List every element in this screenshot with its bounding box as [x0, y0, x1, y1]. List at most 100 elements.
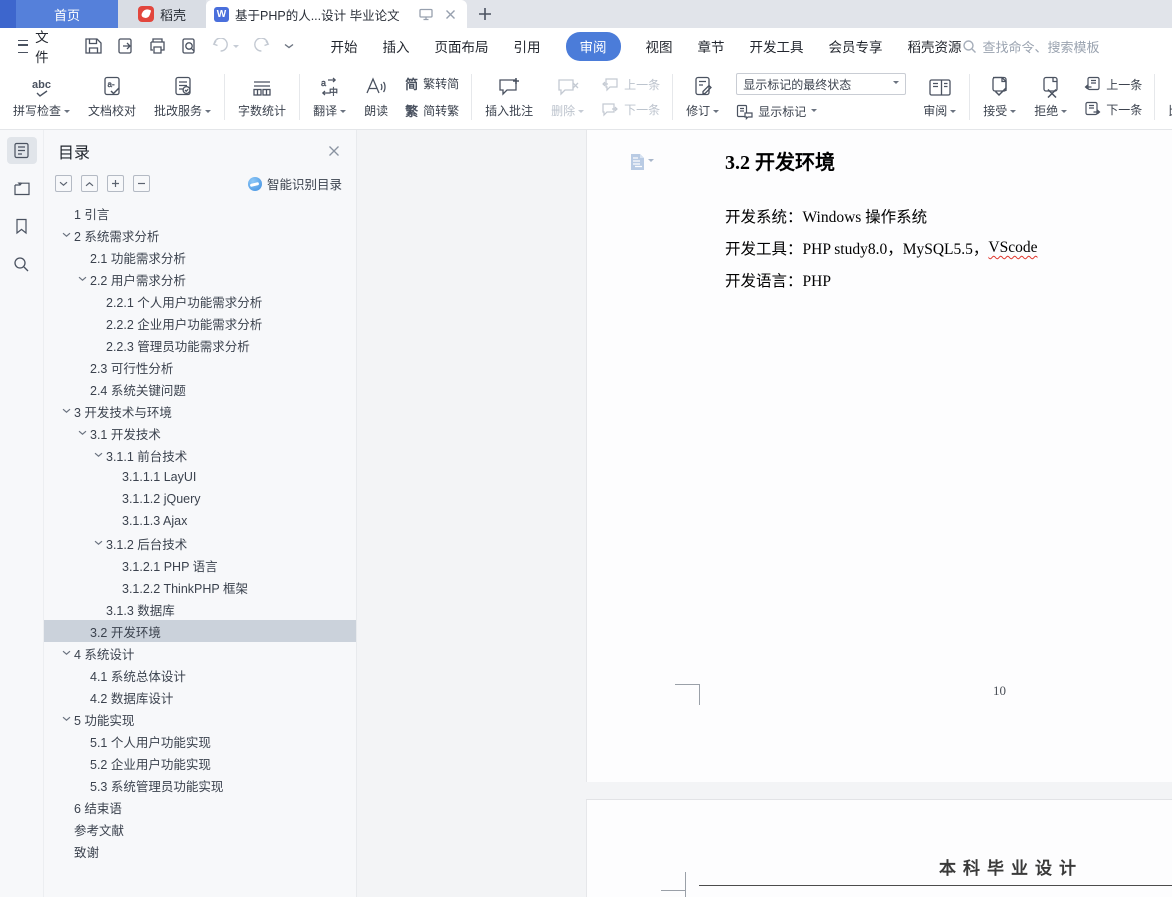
toc-item[interactable]: 2.2.2 企业用户功能需求分析 [44, 312, 356, 334]
menu-item-开发工具[interactable]: 开发工具 [750, 36, 804, 56]
save-icon[interactable] [84, 37, 103, 55]
expand-all-icon[interactable] [55, 175, 72, 192]
chevron-down-icon[interactable] [58, 403, 74, 419]
menu-item-开始[interactable]: 开始 [331, 36, 358, 56]
accept-button[interactable]: 接受 [974, 69, 1025, 125]
insert-comment-button[interactable]: 插入批注 [476, 69, 542, 125]
read-aloud-button[interactable]: 朗读 [355, 69, 397, 125]
toc-item[interactable]: 5.1 个人用户功能实现 [44, 730, 356, 752]
next-change-button[interactable]: 下一条 [1084, 101, 1142, 118]
toc-item[interactable]: 2.1 功能需求分析 [44, 246, 356, 268]
collapse-all-icon[interactable] [81, 175, 98, 192]
chevron-down-icon[interactable] [58, 645, 74, 661]
paragraph-doc-icon[interactable] [629, 153, 654, 170]
reject-button[interactable]: 拒绝 [1025, 69, 1076, 125]
simp-to-trad-button[interactable]: 繁 简转繁 [405, 101, 459, 120]
spell-check-button[interactable]: abc 拼写检查 [4, 69, 79, 125]
undo-dropdown-icon[interactable] [233, 45, 239, 51]
toc-item[interactable]: 5.3 系统管理员功能实现 [44, 774, 356, 796]
undo-icon[interactable] [212, 38, 239, 54]
toc-item[interactable]: 2.2.3 管理员功能需求分析 [44, 334, 356, 356]
review-pane-button[interactable]: 审阅 [914, 69, 965, 125]
menu-item-引用[interactable]: 引用 [514, 36, 541, 56]
toc-item[interactable]: 3.1.2.1 PHP 语言 [44, 554, 356, 576]
markup-state-select[interactable]: 显示标记的最终状态 [736, 73, 906, 95]
correction-service-button[interactable]: 批改服务 [145, 69, 220, 125]
tab-docer[interactable]: 稻壳 [118, 0, 206, 28]
print-preview-icon[interactable] [180, 37, 199, 55]
chevron-down-icon[interactable] [90, 447, 106, 463]
toc-item[interactable]: 2.2 用户需求分析 [44, 268, 356, 290]
search-panel-button[interactable] [7, 251, 37, 278]
toc-item[interactable]: 6 结束语 [44, 796, 356, 818]
chevron-down-icon[interactable] [74, 425, 90, 441]
show-markup-button[interactable]: 显示标记 [736, 103, 906, 120]
prev-change-button[interactable]: 上一条 [1084, 76, 1142, 93]
toc-item[interactable]: 3 开发技术与环境 [44, 400, 356, 422]
outline-panel-button[interactable] [7, 137, 37, 164]
next-comment-button[interactable]: 下一条 [601, 101, 660, 118]
redo-icon[interactable] [252, 38, 270, 54]
toc-item[interactable]: 5 功能实现 [44, 708, 356, 730]
menu-item-视图[interactable]: 视图 [646, 36, 673, 56]
document-page-10[interactable]: 3.2 开发环境 开发系统：Windows 操作系统开发工具：PHP study… [586, 130, 1172, 782]
file-menu-button[interactable]: 文件 [10, 26, 64, 66]
toc-item[interactable]: 3.1.1.2 jQuery [44, 488, 356, 510]
toc-item[interactable]: 1 引言 [44, 202, 356, 224]
toc-item[interactable]: 3.1.1 前台技术 [44, 444, 356, 466]
toc-item[interactable]: 3.1.1.1 LayUI [44, 466, 356, 488]
menu-item-章节[interactable]: 章节 [698, 36, 725, 56]
toc-item[interactable]: 4.1 系统总体设计 [44, 664, 356, 686]
delete-comment-button[interactable]: 删除 [542, 69, 593, 125]
chevron-down-icon[interactable] [58, 227, 74, 243]
tab-home[interactable]: 首页 [16, 0, 118, 28]
smart-recognize-button[interactable]: 智能识别目录 [248, 174, 342, 193]
menu-item-会员专享[interactable]: 会员专享 [829, 36, 883, 56]
chevron-down-icon[interactable] [58, 711, 74, 727]
prev-comment-button[interactable]: 上一条 [601, 76, 660, 93]
document-workspace[interactable]: 3.2 开发环境 开发系统：Windows 操作系统开发工具：PHP study… [357, 130, 1172, 897]
chapter-nav-button[interactable] [7, 175, 37, 202]
print-icon[interactable] [148, 37, 167, 55]
menu-item-审阅[interactable]: 审阅 [566, 32, 621, 61]
command-search[interactable]: 查找命令、搜索模板 [962, 37, 1100, 56]
close-icon[interactable] [441, 5, 459, 23]
toc-item[interactable]: 2.2.1 个人用户功能需求分析 [44, 290, 356, 312]
close-icon[interactable] [328, 145, 340, 157]
minus-icon[interactable] [133, 175, 150, 192]
toc-item[interactable]: 4 系统设计 [44, 642, 356, 664]
toc-item[interactable]: 3.2 开发环境 [44, 620, 356, 642]
output-icon[interactable] [116, 37, 135, 55]
svg-text:a: a [321, 78, 326, 88]
toc-item[interactable]: 4.2 数据库设计 [44, 686, 356, 708]
toc-item[interactable]: 3.1.2 后台技术 [44, 532, 356, 554]
toc-item[interactable]: 2.3 可行性分析 [44, 356, 356, 378]
toc-item[interactable]: 2 系统需求分析 [44, 224, 356, 246]
toc-item[interactable]: 3.1.3 数据库 [44, 598, 356, 620]
bookmark-panel-button[interactable] [7, 213, 37, 240]
menu-item-页面布局[interactable]: 页面布局 [435, 36, 489, 56]
toc-item[interactable]: 5.2 企业用户功能实现 [44, 752, 356, 774]
chevron-down-icon[interactable] [90, 535, 106, 551]
proofread-button[interactable]: a- 文档校对 [79, 69, 145, 125]
plus-icon[interactable] [107, 175, 124, 192]
translate-button[interactable]: a 中 翻译 [304, 69, 355, 125]
toc-item[interactable]: 2.4 系统关键问题 [44, 378, 356, 400]
document-page-11[interactable]: 本科毕业设计 [586, 800, 1172, 897]
track-changes-button[interactable]: 修订 [677, 69, 728, 125]
toc-item[interactable]: 3.1.1.3 Ajax [44, 510, 356, 532]
new-tab-icon[interactable] [467, 0, 503, 28]
chevron-down-icon[interactable] [74, 271, 90, 287]
float-window-icon[interactable] [417, 5, 435, 23]
menu-item-稻壳资源[interactable]: 稻壳资源 [908, 36, 962, 56]
toc-item[interactable]: 致谢 [44, 840, 356, 862]
menu-item-插入[interactable]: 插入 [383, 36, 410, 56]
trad-to-simp-button[interactable]: 简 繁转简 [405, 74, 459, 93]
collapse-toolbar-icon[interactable] [283, 42, 295, 50]
compare-button[interactable]: 比较 [1159, 69, 1172, 125]
tab-document[interactable]: W 基于PHP的人...设计 毕业论文 [206, 0, 467, 28]
toc-item[interactable]: 参考文献 [44, 818, 356, 840]
toc-item[interactable]: 3.1.2.2 ThinkPHP 框架 [44, 576, 356, 598]
word-count-button[interactable]: 字数统计 [229, 69, 295, 125]
toc-item[interactable]: 3.1 开发技术 [44, 422, 356, 444]
